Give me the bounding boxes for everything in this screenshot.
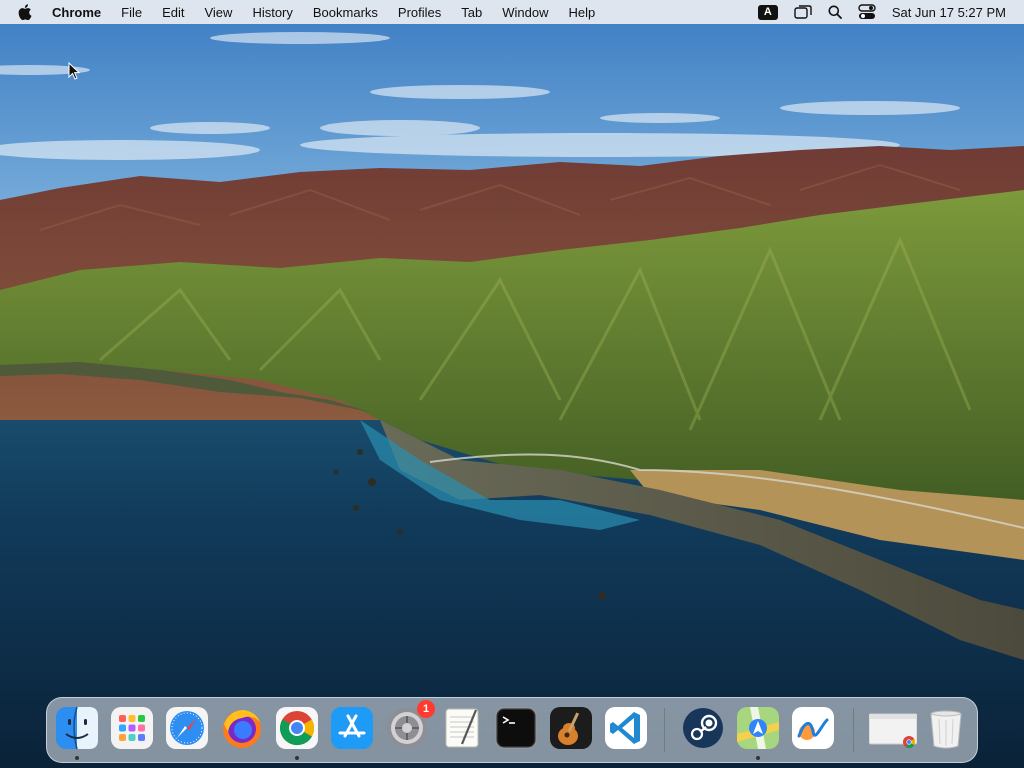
screen-mirroring-icon[interactable] (794, 0, 812, 24)
menu-window[interactable]: Window (502, 5, 548, 20)
input-source-menu[interactable]: A (757, 0, 778, 24)
menubar-clock[interactable]: Sat Jun 17 5:27 PM (892, 5, 1006, 20)
menu-app-name[interactable]: Chrome (52, 5, 101, 20)
menu-edit[interactable]: Edit (162, 5, 184, 20)
chrome-window-thumbnail-icon (868, 713, 918, 749)
running-indicator (75, 756, 79, 760)
notification-badge: 1 (417, 700, 435, 718)
launchpad-icon (111, 707, 153, 749)
dock-app-store[interactable] (330, 706, 374, 750)
firefox-icon (223, 710, 261, 748)
menu-history[interactable]: History (252, 5, 292, 20)
dock: 1 (46, 697, 978, 763)
dock-maps[interactable] (736, 706, 780, 750)
safari-icon (166, 707, 208, 749)
dock-system-preferences[interactable]: 1 (385, 700, 435, 750)
chrome-icon (276, 707, 318, 749)
menu-help[interactable]: Help (569, 5, 596, 20)
dock-garageband[interactable] (549, 706, 593, 750)
dock-separator (853, 708, 854, 752)
running-indicator (756, 756, 760, 760)
menu-profiles[interactable]: Profiles (398, 5, 441, 20)
running-indicator (295, 756, 299, 760)
menu-bookmarks[interactable]: Bookmarks (313, 5, 378, 20)
app-store-icon (331, 707, 373, 749)
menu-bar: Chrome File Edit View History Bookmarks … (0, 0, 1024, 24)
finder-icon (56, 706, 98, 750)
freeform-icon (792, 707, 834, 749)
dock-firefox[interactable] (220, 706, 264, 750)
status-area: A Sat Jun 17 5:27 PM (742, 0, 1006, 24)
dock-vscode[interactable] (604, 706, 648, 750)
dock-minimized-chrome-window[interactable] (868, 706, 918, 750)
dock-steam[interactable] (681, 706, 725, 750)
dock-separator (664, 708, 665, 752)
terminal-icon (495, 707, 537, 749)
control-center-icon[interactable] (858, 0, 876, 24)
dock-trash[interactable] (924, 706, 968, 750)
dock-safari[interactable] (165, 706, 209, 750)
menu-view[interactable]: View (204, 5, 232, 20)
dock-launchpad[interactable] (110, 706, 154, 750)
vscode-icon (605, 707, 647, 749)
dock-chrome[interactable] (275, 706, 319, 750)
dock-textedit[interactable] (440, 706, 484, 750)
menu-file[interactable]: File (121, 5, 142, 20)
mouse-pointer-icon (68, 61, 81, 85)
spotlight-search-icon[interactable] (828, 0, 842, 24)
dock-finder[interactable] (55, 706, 99, 750)
textedit-icon (445, 708, 479, 748)
dock-freeform[interactable] (791, 706, 835, 750)
maps-icon (737, 707, 779, 749)
trash-icon (930, 710, 962, 749)
input-source-icon: A (757, 4, 778, 20)
apple-logo-icon[interactable] (18, 4, 32, 20)
menu-tab[interactable]: Tab (461, 5, 482, 20)
desktop-wallpaper (0, 0, 1024, 768)
garageband-icon (550, 707, 592, 749)
dock-terminal[interactable] (494, 706, 538, 750)
steam-icon (683, 708, 723, 748)
